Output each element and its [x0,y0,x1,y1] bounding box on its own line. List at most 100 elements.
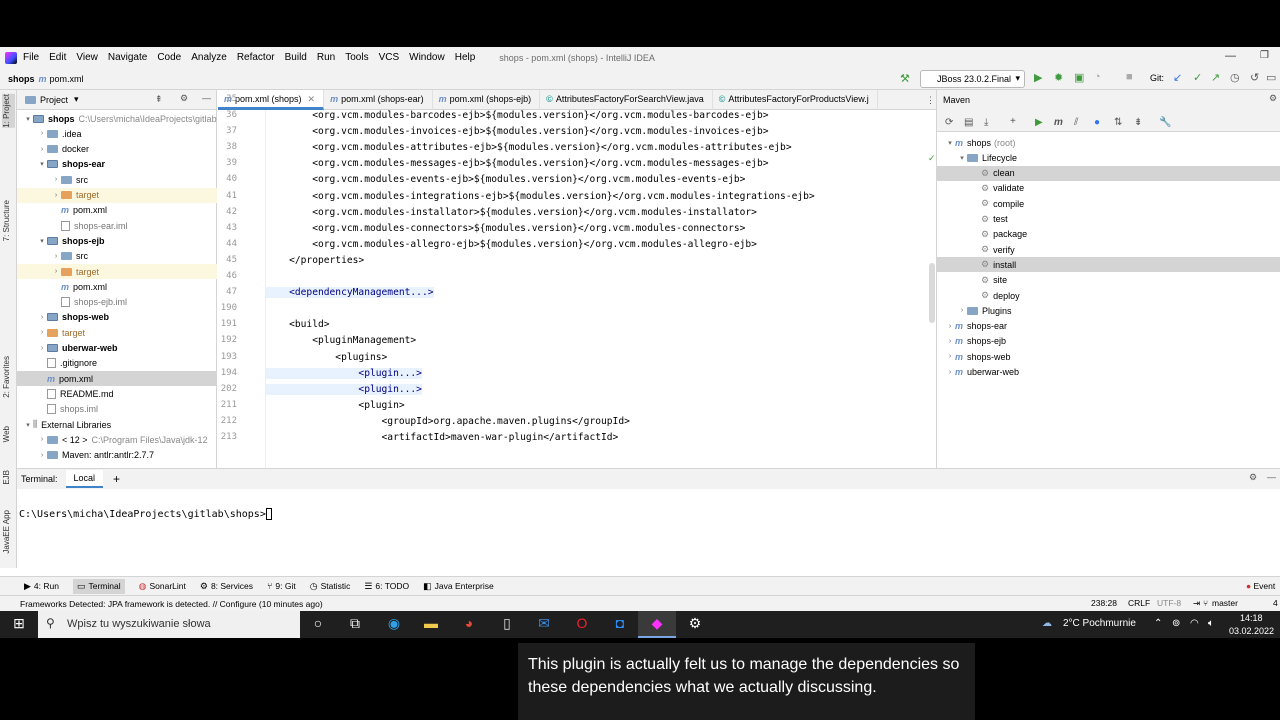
expand-arrow-icon[interactable]: ▾ [945,139,955,147]
volume-icon[interactable]: 🔈︎ [1208,618,1214,629]
tree-item[interactable]: ▾ shops C:\Users\micha\IdeaProjects\gitlab [17,111,217,126]
toggle-offline-icon[interactable]: ⫽ [1074,117,1078,128]
skip-tests-icon[interactable]: ● [1094,117,1100,128]
expand-arrow-icon[interactable]: › [37,314,47,321]
expand-arrow-icon[interactable]: › [957,307,967,314]
tool-tab-todo[interactable]: ☰ 6: TODO [364,581,409,592]
show-dependencies-icon[interactable]: ⇅ [1114,117,1122,128]
collapse-all-icon[interactable]: ⇞ [155,94,163,105]
expand-arrow-icon[interactable]: › [51,253,61,260]
maven-tree-item[interactable]: ⚙ verify [937,242,1280,257]
tree-item[interactable]: README.md [17,386,217,401]
gear-icon[interactable]: ⚙ [1249,472,1257,483]
hammer-icon[interactable]: ⚒ [900,72,910,85]
reload-icon[interactable]: ⟳ [945,117,953,128]
run-icon[interactable]: ▶ [1034,71,1042,84]
menu-view[interactable]: View [76,52,98,63]
event-log-tab[interactable]: ● Event [1246,581,1275,591]
tree-item[interactable]: m pom.xml [17,203,217,218]
windows-start-icon[interactable]: ⊞ [0,611,38,638]
terminal-output[interactable]: C:\Users\micha\IdeaProjects\gitlab\shops… [19,508,272,520]
debug-icon[interactable]: ✹ [1054,71,1063,84]
tab-pom-shops-ejb[interactable]: m pom.xml (shops-ejb) [433,90,541,110]
restore-icon[interactable]: ❐ [1260,50,1269,61]
maven-tree-item[interactable]: › m shops-ejb [937,334,1280,349]
expand-arrow-icon[interactable]: › [945,369,955,376]
menu-edit[interactable]: Edit [49,52,66,63]
maven-tree-item[interactable]: ⚙ install [937,257,1280,273]
expand-arrow-icon[interactable]: ▾ [37,160,47,168]
run-config-select[interactable]: JBoss 23.0.2.Final ▾ [920,70,1025,88]
expand-arrow-icon[interactable]: ▾ [37,237,47,245]
menu-run[interactable]: Run [317,52,335,63]
web-tool-tab[interactable]: Web [2,426,15,442]
collapse-icon[interactable]: ⇟ [1134,117,1142,128]
tree-item[interactable]: .gitignore [17,356,217,371]
generate-sources-icon[interactable]: ▤ [964,117,973,128]
expand-arrow-icon[interactable]: › [37,452,47,459]
stop-icon[interactable]: ■ [1126,71,1133,83]
tree-item[interactable]: › target [17,264,217,279]
expand-arrow-icon[interactable]: ▾ [23,421,33,429]
javaee-tool-tab[interactable]: JavaEE App [2,510,15,554]
expand-arrow-icon[interactable]: › [37,146,47,153]
tool-tab-services[interactable]: ⚙ 8: Services [200,581,253,592]
menu-vcs[interactable]: VCS [379,52,400,63]
maven-tree-item[interactable]: ⚙ test [937,212,1280,227]
settings-icon[interactable]: ⚙ [676,611,714,638]
gear-icon[interactable]: ⚙ [180,93,188,104]
git-commit-icon[interactable]: ✓ [1193,71,1202,84]
task-view-icon[interactable]: ⧉ [336,611,374,638]
menu-refactor[interactable]: Refactor [237,52,275,63]
expand-arrow-icon[interactable]: › [945,323,955,330]
tool-tab-java-enterprise[interactable]: ◧ Java Enterprise [423,581,494,592]
hide-panel-icon[interactable]: — [1267,472,1276,482]
expand-arrow-icon[interactable]: › [51,268,61,275]
file-explorer-icon[interactable]: ▬ [412,611,450,638]
cortana-icon[interactable]: ○ [299,611,337,638]
tree-item[interactable]: › < 12 > C:\Program Files\Java\jdk-12 [17,432,217,447]
maven-goal-icon[interactable]: m [1054,117,1063,128]
tree-item[interactable]: shops-ear.iml [17,218,217,233]
tree-item[interactable]: shops.iml [17,402,217,417]
terminal-tab-local[interactable]: Local [65,470,104,488]
tree-item[interactable]: › src [17,249,217,264]
expand-arrow-icon[interactable]: › [51,176,61,183]
expand-arrow-icon[interactable]: › [37,329,47,336]
tool-tab-git[interactable]: ⑂ 9: Git [267,581,296,591]
expand-arrow-icon[interactable]: ▾ [957,154,967,162]
maven-tree-item[interactable]: ▾ m shops (root) [937,135,1280,150]
expand-arrow-icon[interactable]: › [37,436,47,443]
zoom-icon[interactable]: ◘ [601,611,639,638]
add-icon[interactable]: + [113,472,120,486]
maven-tree-item[interactable]: ⚙ compile [937,196,1280,211]
tab-attributes-products[interactable]: © AttributesFactoryForProductsView.j [713,90,878,110]
window-icon[interactable]: ▭ [1266,71,1276,84]
hide-panel-icon[interactable]: — [202,93,211,103]
maven-tree-item[interactable]: ⚙ validate [937,181,1280,196]
maven-tree-item[interactable]: ⚙ deploy [937,288,1280,303]
close-icon[interactable]: ✕ [308,94,316,105]
tree-item[interactable]: › target [17,325,217,340]
maven-tree-item[interactable]: › m uberwar-web [937,365,1280,380]
taskbar-search[interactable]: ⚲ Wpisz tu wyszukiwanie słowa [38,611,300,638]
status-message[interactable]: Frameworks Detected: JPA framework is de… [20,599,323,609]
tree-item[interactable]: › .idea [17,126,217,141]
code-editor[interactable]: <org.vcm.modules-pkwid-ejb>${modules.ver… [266,110,926,493]
tool-tab-sonarlint[interactable]: ◍ SonarLint [139,581,186,592]
nav-file[interactable]: pom.xml [50,74,84,84]
tree-item[interactable]: › uberwar-web [17,341,217,356]
tree-item[interactable]: shops-ejb.iml [17,295,217,310]
tree-item[interactable]: › shops-web [17,310,217,325]
maven-tree-item[interactable]: › m shops-ear [937,319,1280,334]
weather-text[interactable]: 2°C Pochmurnie [1063,618,1136,629]
editor-scrollbar[interactable] [929,263,935,323]
git-update-icon[interactable]: ↙ [1173,71,1182,84]
structure-tool-tab[interactable]: 7: Structure [2,200,15,241]
rollback-icon[interactable]: ↺ [1250,71,1259,84]
opera-icon[interactable]: O [563,611,601,638]
chevron-down-icon[interactable]: ▾ [74,94,79,105]
menu-help[interactable]: Help [455,52,476,63]
wifi-icon[interactable]: ◠ [1190,618,1199,629]
expand-arrow-icon[interactable]: › [37,130,47,137]
